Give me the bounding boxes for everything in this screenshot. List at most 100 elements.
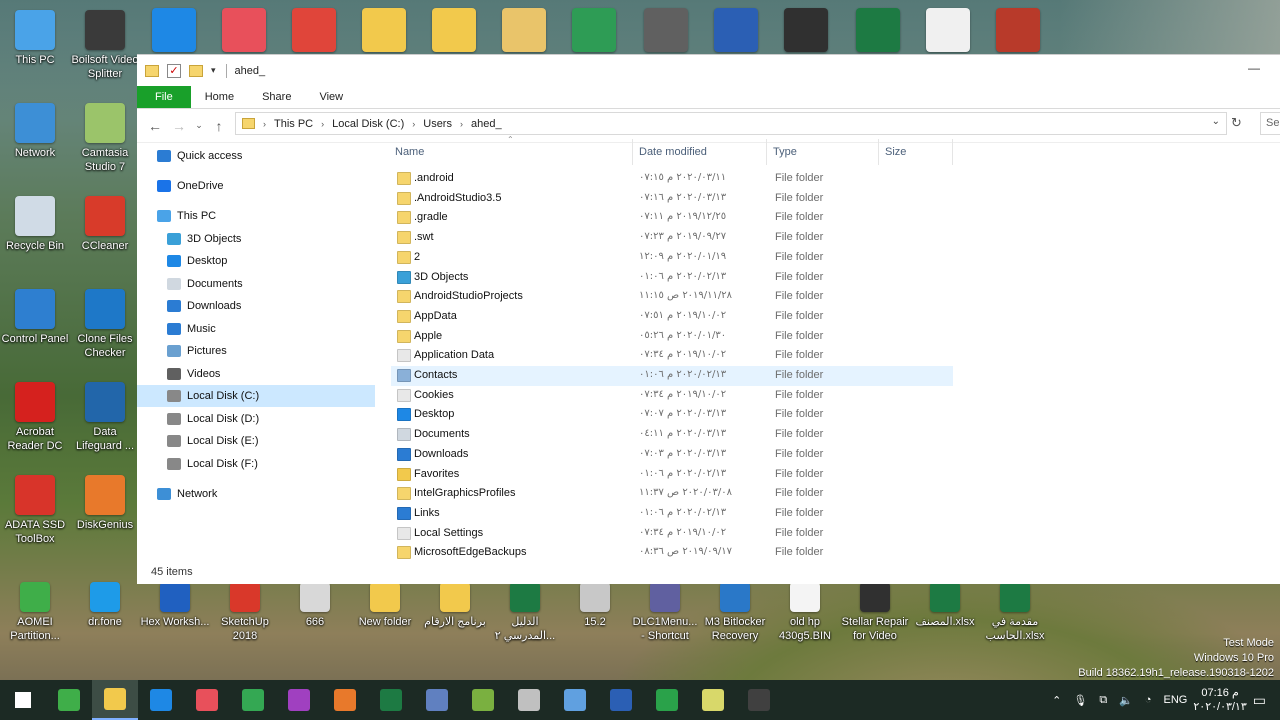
desktop-icon-sketchup-2018[interactable]: SketchUp 2018	[210, 582, 280, 643]
nav-item-local-disk-d[interactable]: Local Disk (D:)	[137, 408, 375, 430]
file-row-swt[interactable]: .swt ٢٠١٩/٠٩/٢٧ م ٠٧:٢٣ File folder	[391, 228, 953, 248]
nav-item-3d-objects[interactable]: 3D Objects	[137, 228, 375, 250]
desktop-icon-stellar-repair-for-video[interactable]: Stellar Repair for Video	[840, 582, 910, 643]
file-row-local-settings[interactable]: Local Settings ٢٠١٩/١٠/٠٢ م ٠٧:٣٤ File fol…	[391, 524, 953, 544]
desktop-icon-data-lifeguard[interactable]: Data Lifeguard ...	[70, 382, 140, 453]
desktop-icon-old-hp-430g5-bin[interactable]: old hp 430g5.BIN	[770, 582, 840, 643]
desktop-app-icon[interactable]	[502, 8, 546, 52]
tab-share[interactable]: Share	[248, 86, 305, 108]
desktop-icon-15-2[interactable]: 15.2	[560, 582, 630, 629]
nav-item-music[interactable]: Music	[137, 318, 375, 340]
file-row-application-data[interactable]: Application Data ٢٠١٩/١٠/٠٢ م ٠٧:٣٤ File f…	[391, 346, 953, 366]
desktop-app-icon[interactable]	[432, 8, 476, 52]
taskbar-app-button[interactable]	[230, 680, 276, 720]
clock[interactable]: 07:16 م ٢٠٢٠/٠٣/١٣	[1193, 686, 1246, 714]
chevron-down-icon[interactable]: ⌄	[1212, 116, 1220, 127]
desktop-app-icon[interactable]	[714, 8, 758, 52]
desktop-icon-xlsx[interactable]: المصنف.xlsx	[910, 582, 980, 629]
nav-item-local-disk-f[interactable]: Local Disk (F:)	[137, 453, 375, 475]
back-arrow-icon[interactable]: ←	[143, 118, 167, 134]
taskbar-app-button[interactable]	[46, 680, 92, 720]
minimize-button[interactable]: —	[1248, 61, 1260, 75]
taskbar-app-button[interactable]	[414, 680, 460, 720]
desktop-app-icon[interactable]	[644, 8, 688, 52]
refresh-icon[interactable]: ↻	[1231, 115, 1242, 131]
desktop-icon-item[interactable]: برنامج الارقام	[420, 582, 490, 629]
forward-arrow-icon[interactable]: →	[167, 118, 191, 134]
nav-item-videos[interactable]: Videos	[137, 363, 375, 385]
chevron-right-icon[interactable]: ›	[460, 119, 463, 129]
desktop-icon-network[interactable]: Network	[0, 103, 70, 160]
desktop-icon-dr-fone[interactable]: dr.fone	[70, 582, 140, 629]
desktop-icon-666[interactable]: 666	[280, 582, 350, 629]
taskbar-app-button[interactable]	[506, 680, 552, 720]
desktop-icon-m3-bitlocker-recovery[interactable]: M3 Bitlocker Recovery	[700, 582, 770, 643]
taskbar-app-button[interactable]	[92, 680, 138, 720]
column-header-type[interactable]: Type	[767, 139, 879, 165]
file-row-androidstudioprojects[interactable]: AndroidStudioProjects ٢٠١٩/١١/٢٨ ص ١١:١٥ F…	[391, 287, 953, 307]
desktop-icon-adata-ssd-toolbox[interactable]: ADATA SSD ToolBox	[0, 475, 70, 546]
desktop-app-icon[interactable]	[856, 8, 900, 52]
microphone-icon[interactable]: 🎙	[1073, 694, 1087, 707]
file-row-apple[interactable]: Apple ٢٠٢٠/٠١/٣٠ م ٠٥:٢٦ File folder	[391, 327, 953, 347]
desktop-app-icon[interactable]	[362, 8, 406, 52]
nav-item-downloads[interactable]: Downloads	[137, 295, 375, 317]
file-row-2[interactable]: 2 ٢٠٢٠/٠١/١٩ م ١٢:٠٩ File folder	[391, 248, 953, 268]
file-row-3d-objects[interactable]: 3D Objects ٢٠٢٠/٠٢/١٣ م ٠١:٠٦ File folder	[391, 268, 953, 288]
chevron-right-icon[interactable]: ›	[412, 119, 415, 129]
properties-icon[interactable]: ✓	[167, 63, 181, 78]
taskbar-app-button[interactable]	[368, 680, 414, 720]
taskbar-app-button[interactable]	[552, 680, 598, 720]
file-row-favorites[interactable]: Favorites ٢٠٢٠/٠٢/١٣ م ٠١:٠٦ File folder	[391, 465, 953, 485]
taskbar-app-button[interactable]	[736, 680, 782, 720]
nav-item-local-disk-c[interactable]: Local Disk (C:)	[137, 385, 375, 407]
breadcrumb-this-pc[interactable]: This PC	[274, 118, 313, 130]
desktop-icon-acrobat-reader-dc[interactable]: Acrobat Reader DC	[0, 382, 70, 453]
file-row-documents[interactable]: Documents ٢٠٢٠/٠٣/١٣ م ٠٤:١١ File folder	[391, 425, 953, 445]
taskbar-app-button[interactable]	[690, 680, 736, 720]
column-header-date[interactable]: Date modified	[633, 139, 767, 165]
desktop-icon-hex-worksh[interactable]: Hex Worksh...	[140, 582, 210, 629]
nav-item-this-pc[interactable]: This PC	[137, 205, 375, 227]
desktop-app-icon[interactable]	[152, 8, 196, 52]
desktop-icon-new-folder[interactable]: New folder	[350, 582, 420, 629]
file-row-gradle[interactable]: .gradle ٢٠١٩/١٢/٢٥ م ٠٧:١١ File folder	[391, 208, 953, 228]
desktop-icon-camtasia-studio-7[interactable]: Camtasia Studio 7	[70, 103, 140, 174]
breadcrumb-local-disk-c[interactable]: Local Disk (C:)	[332, 118, 404, 130]
desktop-icon-aomei-partition[interactable]: AOMEI Partition...	[0, 582, 70, 643]
taskbar-app-button[interactable]	[598, 680, 644, 720]
nav-item-documents[interactable]: Documents	[137, 273, 375, 295]
desktop-icon-recycle-bin[interactable]: Recycle Bin	[0, 196, 70, 253]
chevron-right-icon[interactable]: ›	[321, 119, 324, 129]
desktop-app-icon[interactable]	[292, 8, 336, 52]
tab-file[interactable]: File	[137, 86, 191, 108]
taskbar-app-button[interactable]	[184, 680, 230, 720]
file-row-cookies[interactable]: Cookies ٢٠١٩/١٠/٠٢ م ٠٧:٣٤ File folder	[391, 386, 953, 406]
taskbar-app-button[interactable]	[644, 680, 690, 720]
desktop-icon-control-panel[interactable]: Control Panel	[0, 289, 70, 346]
file-row-links[interactable]: Links ٢٠٢٠/٠٢/١٣ م ٠١:٠٦ File folder	[391, 504, 953, 524]
desktop-app-icon[interactable]	[222, 8, 266, 52]
file-row-androidstudio3-5[interactable]: .AndroidStudio3.5 ٢٠٢٠/٠٣/١٣ م ٠٧:١٦ File …	[391, 189, 953, 209]
desktop-icon-xlsx[interactable]: مقدمة في الحاسب.xlsx	[980, 582, 1050, 643]
breadcrumb-ahed[interactable]: ahed_	[471, 118, 502, 130]
file-row-desktop[interactable]: Desktop ٢٠٢٠/٠٣/١٣ م ٠٧:٠٧ File folder	[391, 405, 953, 425]
recent-locations-icon[interactable]: ⌄	[191, 120, 207, 131]
desktop-app-icon[interactable]	[572, 8, 616, 52]
desktop-icon-ccleaner[interactable]: CCleaner	[70, 196, 140, 253]
notifications-icon[interactable]: ▭	[1253, 692, 1266, 709]
nav-item-network[interactable]: Network	[137, 483, 375, 505]
desktop-icon-clone-files-checker[interactable]: Clone Files Checker	[70, 289, 140, 360]
desktop-icon-this-pc[interactable]: This PC	[0, 10, 70, 67]
file-row-android[interactable]: .android ٢٠٢٠/٠٣/١١ م ٠٧:١٥ File folder	[391, 169, 953, 189]
taskbar-app-button[interactable]	[322, 680, 368, 720]
nav-item-desktop[interactable]: Desktop	[137, 250, 375, 272]
up-arrow-icon[interactable]: ↑	[207, 118, 231, 134]
file-row-contacts[interactable]: Contacts ٢٠٢٠/٠٢/١٣ م ٠١:٠٦ File folder	[391, 366, 953, 386]
nav-item-pictures[interactable]: Pictures	[137, 340, 375, 362]
desktop-app-icon[interactable]	[996, 8, 1040, 52]
column-header-name[interactable]: Name	[389, 139, 633, 165]
file-row-appdata[interactable]: AppData ٢٠١٩/١٠/٠٢ م ٠٧:٥١ File folder	[391, 307, 953, 327]
nav-item-local-disk-e[interactable]: Local Disk (E:)	[137, 430, 375, 452]
address-bar[interactable]: › This PC › Local Disk (C:) › Users › ah…	[235, 112, 1227, 135]
